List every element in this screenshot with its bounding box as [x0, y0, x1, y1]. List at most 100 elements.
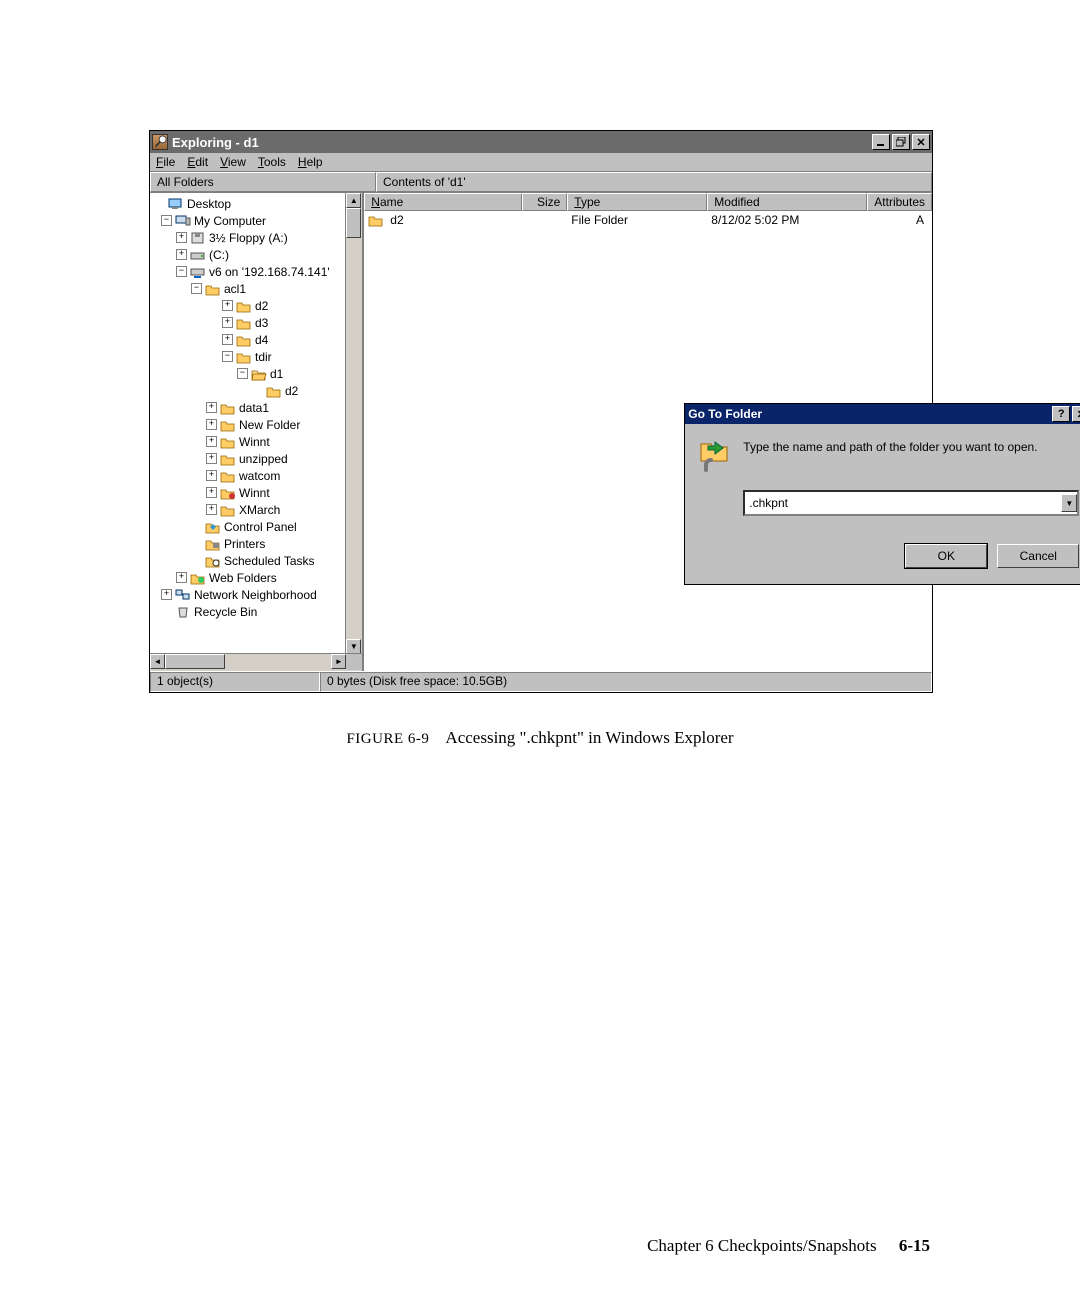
expander-icon[interactable]: +	[206, 504, 217, 515]
folder-icon	[236, 350, 252, 364]
tree-newfolder[interactable]: +New Folder	[154, 416, 362, 433]
expander-icon[interactable]: −	[176, 266, 187, 277]
tree-d1[interactable]: −d1	[154, 365, 362, 382]
tree-mycomputer[interactable]: −My Computer	[154, 212, 362, 229]
folder-icon	[266, 384, 282, 398]
expander-icon[interactable]: −	[161, 215, 172, 226]
close-button[interactable]: ✕	[912, 134, 930, 150]
page-number: 6-15	[899, 1236, 930, 1255]
menu-edit[interactable]: Edit	[187, 155, 208, 169]
tree-netdrive[interactable]: −v6 on '192.168.74.141'	[154, 263, 362, 280]
tree-d4[interactable]: +d4	[154, 331, 362, 348]
expander-icon[interactable]: +	[206, 402, 217, 413]
computer-icon	[175, 214, 191, 228]
tree-printers[interactable]: Printers	[154, 535, 362, 552]
folder-icon	[220, 452, 236, 466]
control-panel-icon	[205, 520, 221, 534]
expander-icon[interactable]: +	[206, 470, 217, 481]
help-button[interactable]: ?	[1052, 406, 1070, 422]
tree-winnt2[interactable]: +Winnt	[154, 484, 362, 501]
expander-icon[interactable]: −	[237, 368, 248, 379]
expander-icon[interactable]: +	[176, 572, 187, 583]
combo-dropdown-button[interactable]: ▼	[1061, 494, 1077, 512]
tree-scrollbar-horizontal[interactable]: ◄ ►	[150, 653, 362, 671]
tree-scheduled[interactable]: Scheduled Tasks	[154, 552, 362, 569]
expander-icon[interactable]: +	[176, 249, 187, 260]
scroll-corner	[346, 654, 362, 670]
menu-file[interactable]: File	[156, 155, 175, 169]
tree-acl1[interactable]: −acl1	[154, 280, 362, 297]
menu-view[interactable]: View	[220, 155, 246, 169]
chapter-label: Chapter 6 Checkpoints/Snapshots	[647, 1236, 876, 1255]
minimize-button[interactable]	[872, 134, 890, 150]
page-footer: Chapter 6 Checkpoints/Snapshots 6-15	[0, 1236, 1080, 1256]
explorer-icon	[152, 134, 168, 150]
tree-d2b[interactable]: d2	[154, 382, 362, 399]
expander-icon[interactable]: +	[206, 487, 217, 498]
expander-icon[interactable]: +	[161, 589, 172, 600]
titlebar: Exploring - d1 ✕	[150, 131, 932, 153]
menu-help[interactable]: Help	[298, 155, 323, 169]
tree-cdrive[interactable]: +(C:)	[154, 246, 362, 263]
ok-button[interactable]: OK	[905, 544, 987, 568]
folder-icon	[205, 282, 221, 296]
tree-scrollbar-vertical[interactable]: ▲ ▼	[345, 193, 362, 654]
tree-d3[interactable]: +d3	[154, 314, 362, 331]
expander-icon[interactable]: +	[206, 436, 217, 447]
col-size[interactable]: Size	[522, 193, 567, 211]
col-type[interactable]: Type	[567, 193, 707, 211]
expander-icon[interactable]: +	[222, 334, 233, 345]
desktop-icon	[168, 197, 184, 211]
folder-path-input[interactable]	[745, 496, 1061, 510]
scroll-right-button[interactable]: ►	[331, 654, 346, 669]
folder-tree-pane: Desktop −My Computer +3½ Floppy (A:) +(C…	[150, 193, 364, 671]
folder-path-combo[interactable]: ▼	[743, 490, 1079, 516]
expander-icon[interactable]: +	[206, 453, 217, 464]
tree-recycle[interactable]: Recycle Bin	[154, 603, 362, 620]
tree-floppy[interactable]: +3½ Floppy (A:)	[154, 229, 362, 246]
folder-icon	[220, 469, 236, 483]
scroll-thumb[interactable]	[346, 208, 361, 238]
file-list-pane: Name Size Type Modified Attributes d2 Fi…	[364, 193, 932, 671]
tree-unzipped[interactable]: +unzipped	[154, 450, 362, 467]
cancel-button[interactable]: Cancel	[997, 544, 1079, 568]
scroll-left-button[interactable]: ◄	[150, 654, 165, 669]
scroll-up-button[interactable]: ▲	[346, 193, 361, 208]
tree-network[interactable]: +Network Neighborhood	[154, 586, 362, 603]
folder-icon	[220, 418, 236, 432]
tree-xmarch[interactable]: +XMarch	[154, 501, 362, 518]
folder-icon	[236, 299, 252, 313]
explorer-window: Exploring - d1 ✕ File Edit View Tools He…	[149, 130, 933, 693]
scroll-thumb[interactable]	[165, 654, 225, 669]
right-pane-header: Contents of 'd1'	[376, 172, 932, 192]
expander-icon[interactable]: −	[222, 351, 233, 362]
folder-icon	[368, 213, 384, 227]
tree-data1[interactable]: +data1	[154, 399, 362, 416]
expander-icon[interactable]: +	[176, 232, 187, 243]
scroll-down-button[interactable]: ▼	[346, 639, 361, 654]
tree-desktop[interactable]: Desktop	[154, 195, 362, 212]
tree-tdir[interactable]: −tdir	[154, 348, 362, 365]
dialog-titlebar: Go To Folder ? ✕	[685, 404, 1080, 424]
tree-webfolders[interactable]: +Web Folders	[154, 569, 362, 586]
tree-controlpanel[interactable]: Control Panel	[154, 518, 362, 535]
scheduled-tasks-icon	[205, 554, 221, 568]
close-button[interactable]: ✕	[1072, 406, 1080, 422]
col-name[interactable]: Name	[364, 193, 522, 211]
tree-d2[interactable]: +d2	[154, 297, 362, 314]
list-item[interactable]: d2 File Folder 8/12/02 5:02 PM A	[364, 211, 932, 228]
col-modified[interactable]: Modified	[707, 193, 867, 211]
expander-icon[interactable]: +	[222, 317, 233, 328]
col-attributes[interactable]: Attributes	[867, 193, 932, 211]
folder-tree: Desktop −My Computer +3½ Floppy (A:) +(C…	[150, 193, 362, 622]
goto-folder-icon	[699, 438, 731, 472]
expander-icon[interactable]: +	[206, 419, 217, 430]
menu-bar: File Edit View Tools Help	[150, 153, 932, 172]
menu-tools[interactable]: Tools	[258, 155, 286, 169]
expander-icon[interactable]: −	[191, 283, 202, 294]
drive-icon	[190, 248, 206, 262]
tree-watcom[interactable]: +watcom	[154, 467, 362, 484]
tree-winnt[interactable]: +Winnt	[154, 433, 362, 450]
restore-button[interactable]	[892, 134, 910, 150]
expander-icon[interactable]: +	[222, 300, 233, 311]
